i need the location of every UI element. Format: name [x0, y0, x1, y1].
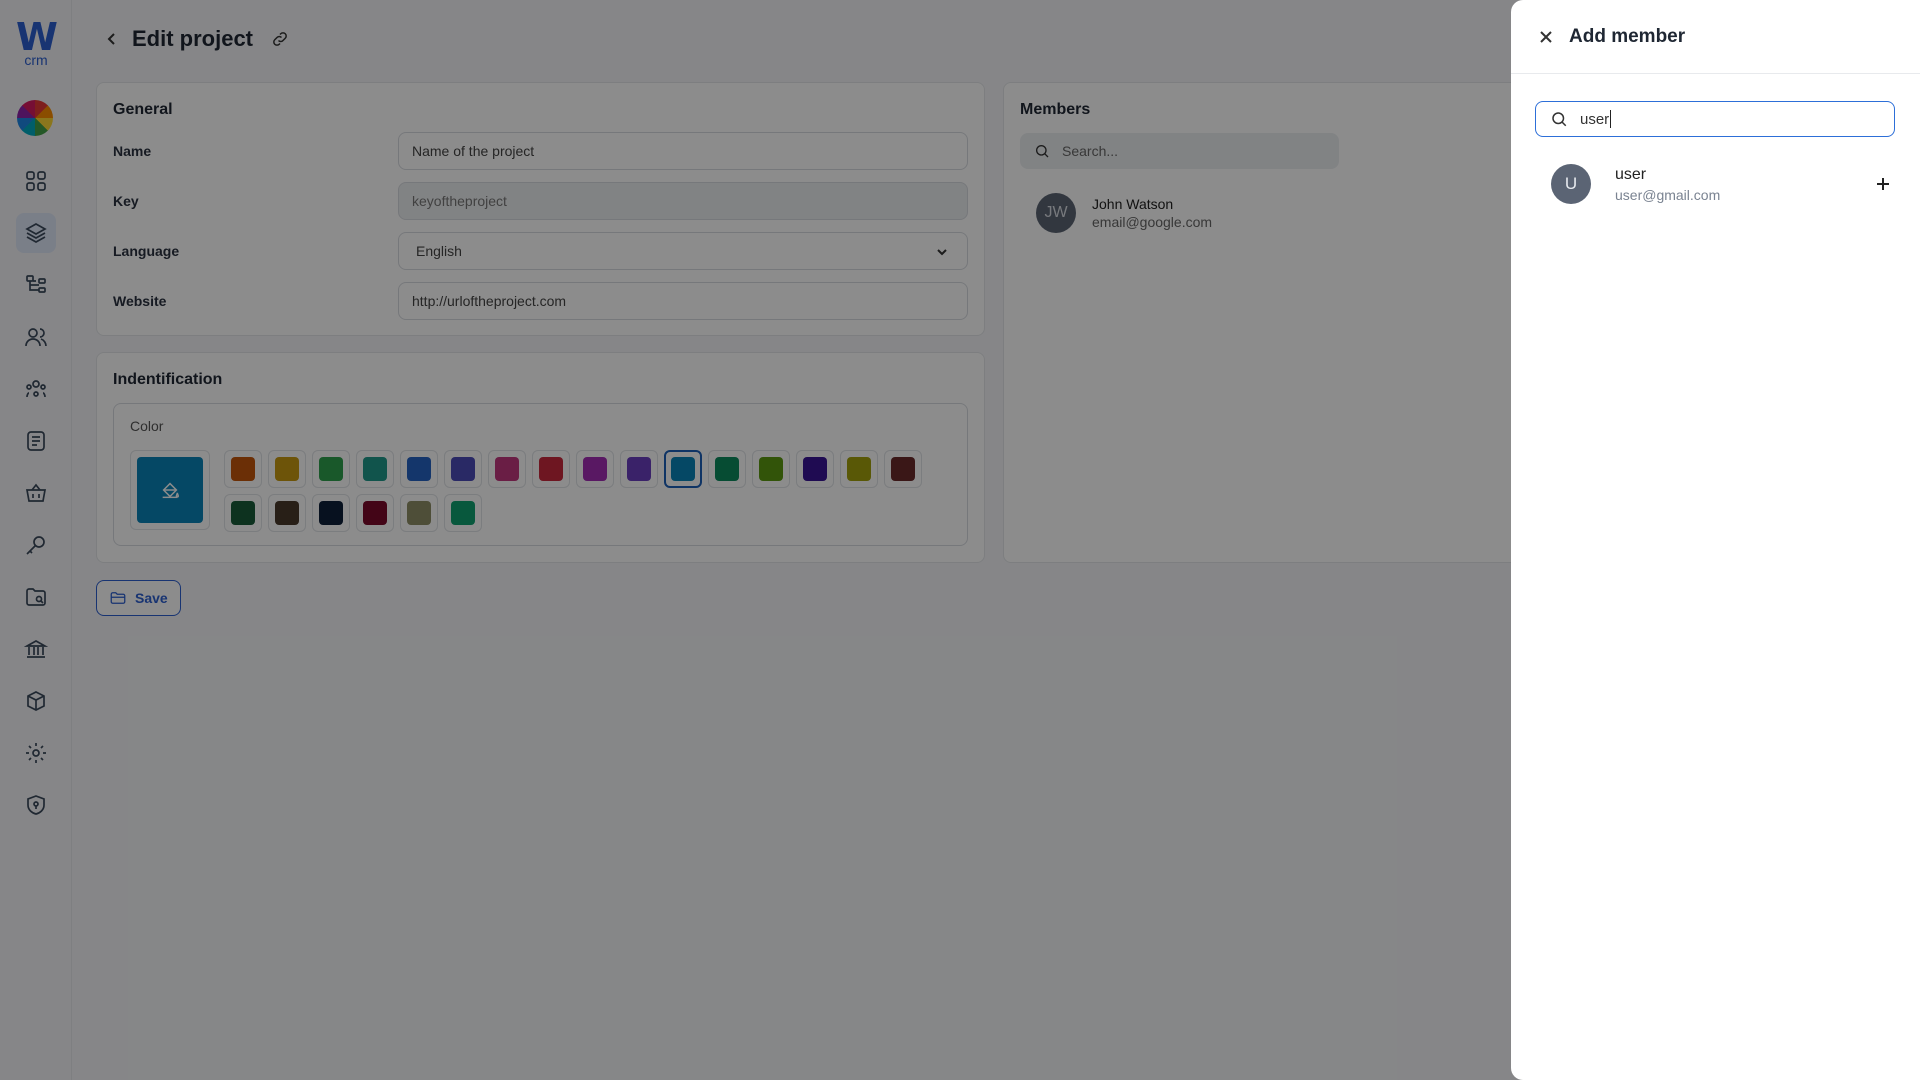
close-icon: [1540, 30, 1552, 43]
search-value: user: [1580, 110, 1610, 128]
result-email: user@gmail.com: [1615, 186, 1721, 203]
add-member-button[interactable]: [1871, 172, 1895, 196]
member-search-input[interactable]: user: [1535, 101, 1895, 137]
add-member-drawer: Add member user U user user@gmail.com: [1511, 0, 1920, 1080]
text-cursor: [1610, 110, 1612, 128]
search-result-item[interactable]: U user user@gmail.com: [1551, 163, 1895, 205]
search-icon: [1552, 112, 1567, 127]
drawer-header: Add member: [1511, 0, 1920, 74]
drawer-title: Add member: [1569, 25, 1686, 47]
result-name: user: [1615, 165, 1647, 183]
close-button[interactable]: [1535, 26, 1557, 48]
avatar: U: [1551, 164, 1591, 204]
plus-icon: [1877, 178, 1889, 190]
